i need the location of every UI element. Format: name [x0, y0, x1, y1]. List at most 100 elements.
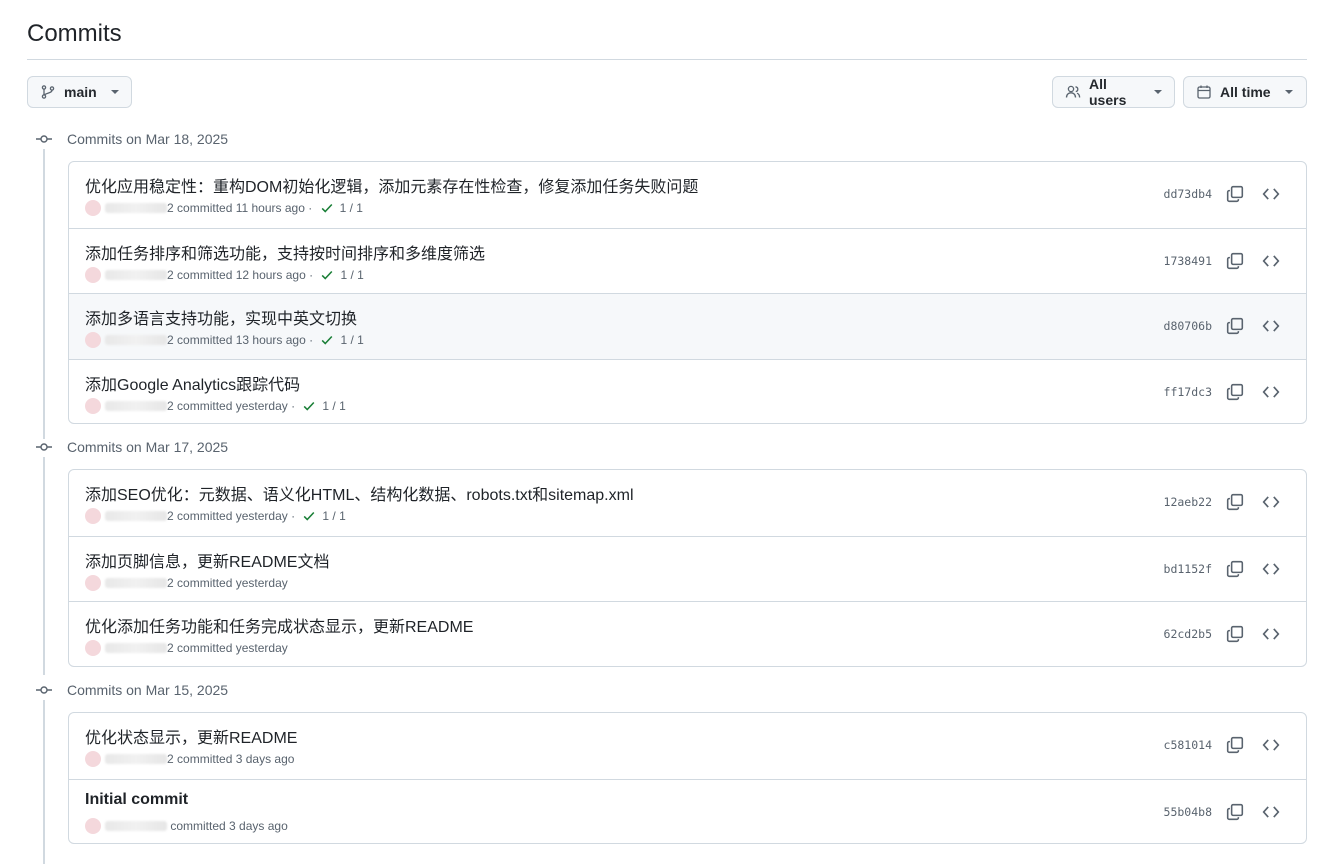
commit-sha-link[interactable]: c581014 — [1164, 738, 1212, 752]
page-title: Commits — [27, 20, 122, 47]
commit-message-link[interactable]: 优化状态显示，更新README — [85, 724, 297, 748]
commit-group-date: Commits on Mar 17, 2025 — [67, 439, 229, 455]
avatar[interactable] — [85, 266, 101, 283]
commit-sha-link[interactable]: ff17dc3 — [1164, 385, 1212, 399]
author-name-redacted[interactable] — [105, 203, 167, 213]
commit-message-link[interactable]: 添加任务排序和筛选功能，支持按时间排序和多维度筛选 — [85, 240, 485, 264]
copy-icon[interactable] — [1226, 736, 1244, 754]
commit-sha-link[interactable]: d80706b — [1164, 319, 1212, 333]
commit-row[interactable]: 添加Google Analytics跟踪代码 2 committed yeste… — [69, 358, 1306, 424]
commit-message-link[interactable]: 添加Google Analytics跟踪代码 — [85, 371, 300, 395]
commit-time: committed 11 hours ago — [177, 201, 305, 215]
copy-icon[interactable] — [1226, 493, 1244, 511]
avatar[interactable] — [85, 574, 101, 591]
copy-icon[interactable] — [1226, 803, 1244, 821]
caret-down-icon — [1284, 90, 1293, 94]
commit-row[interactable]: 优化状态显示，更新README 2 committed 3 days ago c… — [69, 713, 1306, 779]
commit-message-link[interactable]: 优化添加任务功能和任务完成状态显示，更新README — [85, 613, 473, 637]
check-icon[interactable] — [320, 333, 334, 347]
code-icon[interactable] — [1262, 185, 1280, 203]
commit-meta: 2 committed 3 days ago — [85, 751, 294, 767]
time-filter-button[interactable]: All time — [1183, 76, 1307, 108]
code-icon[interactable] — [1262, 736, 1280, 754]
author-suffix: 2 — [167, 509, 174, 523]
author-name-redacted[interactable] — [105, 643, 167, 653]
avatar[interactable] — [85, 508, 101, 524]
avatar[interactable] — [85, 397, 101, 414]
check-icon[interactable] — [320, 268, 334, 282]
author-name-redacted[interactable] — [105, 511, 167, 521]
check-icon[interactable] — [320, 201, 334, 215]
avatar[interactable] — [85, 200, 101, 216]
branch-label: main — [64, 84, 97, 100]
commit-row[interactable]: 优化添加任务功能和任务完成状态显示，更新README 2 committed y… — [69, 601, 1306, 666]
commit-group-date: Commits on Mar 15, 2025 — [67, 682, 229, 698]
code-icon[interactable] — [1262, 252, 1280, 270]
users-filter-button[interactable]: All users — [1052, 76, 1175, 108]
timeline-line — [43, 149, 45, 439]
caret-down-icon — [110, 90, 119, 94]
time-filter-label: All time — [1220, 84, 1271, 100]
copy-icon[interactable] — [1226, 317, 1244, 335]
branch-selector-button[interactable]: main — [27, 76, 132, 108]
commit-meta: 2 committed 11 hours ago · 1 / 1 — [85, 200, 363, 216]
commit-sha-link[interactable]: 62cd2b5 — [1164, 627, 1212, 641]
commit-time: committed yesterday — [177, 398, 288, 413]
git-commit-icon — [36, 443, 52, 451]
author-suffix: 2 — [167, 752, 174, 766]
code-icon[interactable] — [1262, 493, 1280, 511]
commit-message-link[interactable]: 添加SEO优化：元数据、语义化HTML、结构化数据、robots.txt和sit… — [85, 481, 634, 505]
author-name-redacted[interactable] — [105, 400, 167, 411]
check-icon[interactable] — [302, 509, 316, 523]
commit-meta: 2 committed 12 hours ago · 1 / 1 — [85, 266, 364, 283]
calendar-icon — [1197, 85, 1211, 99]
author-suffix: 2 — [167, 201, 174, 215]
code-icon[interactable] — [1262, 383, 1280, 401]
author-name-redacted[interactable] — [105, 269, 167, 280]
code-icon[interactable] — [1262, 625, 1280, 643]
commit-sha-link[interactable]: 1738491 — [1164, 254, 1212, 268]
avatar[interactable] — [85, 751, 101, 767]
commit-message-link[interactable]: 添加页脚信息，更新README文档 — [85, 548, 329, 572]
code-icon[interactable] — [1262, 560, 1280, 578]
copy-icon[interactable] — [1226, 252, 1244, 270]
commit-group-header: Commits on Mar 18, 2025 — [36, 129, 228, 149]
commit-row[interactable]: 优化应用稳定性：重构DOM初始化逻辑，添加元素存在性检查，修复添加任务失败问题 … — [69, 162, 1306, 228]
check-status[interactable]: 1 / 1 — [340, 201, 363, 215]
commit-sha-link[interactable]: dd73db4 — [1164, 187, 1212, 201]
commit-time: committed 13 hours ago — [177, 333, 306, 347]
commit-row[interactable]: 添加多语言支持功能，实现中英文切换 2 committed 13 hours a… — [69, 293, 1306, 359]
code-icon[interactable] — [1262, 317, 1280, 335]
commit-sha-link[interactable]: 12aeb22 — [1164, 495, 1212, 509]
author-name-redacted[interactable] — [105, 335, 167, 345]
check-status[interactable]: 1 / 1 — [340, 333, 363, 347]
check-status[interactable]: 1 / 1 — [340, 268, 363, 282]
commit-sha-link[interactable]: bd1152f — [1164, 562, 1212, 576]
commit-row[interactable]: Initial commit committed 3 days ago 55b0… — [69, 778, 1306, 844]
commit-row[interactable]: 添加SEO优化：元数据、语义化HTML、结构化数据、robots.txt和sit… — [69, 470, 1306, 536]
commit-list: 优化应用稳定性：重构DOM初始化逻辑，添加元素存在性检查，修复添加任务失败问题 … — [68, 161, 1307, 424]
copy-icon[interactable] — [1226, 560, 1244, 578]
copy-icon[interactable] — [1226, 625, 1244, 643]
author-name-redacted[interactable] — [105, 820, 167, 831]
check-status[interactable]: 1 / 1 — [322, 399, 345, 413]
commit-row[interactable]: 添加页脚信息，更新README文档 2 committed yesterday … — [69, 535, 1306, 602]
avatar[interactable] — [85, 817, 101, 834]
copy-icon[interactable] — [1226, 383, 1244, 401]
commit-sha-link[interactable]: 55b04b8 — [1164, 805, 1212, 819]
avatar[interactable] — [85, 332, 101, 348]
commit-message-link[interactable]: Initial commit — [85, 791, 188, 809]
code-icon[interactable] — [1262, 803, 1280, 821]
copy-icon[interactable] — [1226, 185, 1244, 203]
avatar[interactable] — [85, 640, 101, 656]
commit-message-link[interactable]: 优化应用稳定性：重构DOM初始化逻辑，添加元素存在性检查，修复添加任务失败问题 — [85, 173, 698, 197]
check-status[interactable]: 1 / 1 — [322, 509, 345, 523]
author-name-redacted[interactable] — [105, 754, 167, 764]
author-suffix: 2 — [167, 575, 174, 590]
commit-message-link[interactable]: 添加多语言支持功能，实现中英文切换 — [85, 305, 357, 329]
commit-row[interactable]: 添加任务排序和筛选功能，支持按时间排序和多维度筛选 2 committed 12… — [69, 227, 1306, 294]
author-name-redacted[interactable] — [105, 577, 167, 588]
commit-time: committed yesterday — [177, 575, 288, 590]
commit-list: 优化状态显示，更新README 2 committed 3 days ago c… — [68, 712, 1307, 844]
check-icon[interactable] — [302, 399, 316, 413]
